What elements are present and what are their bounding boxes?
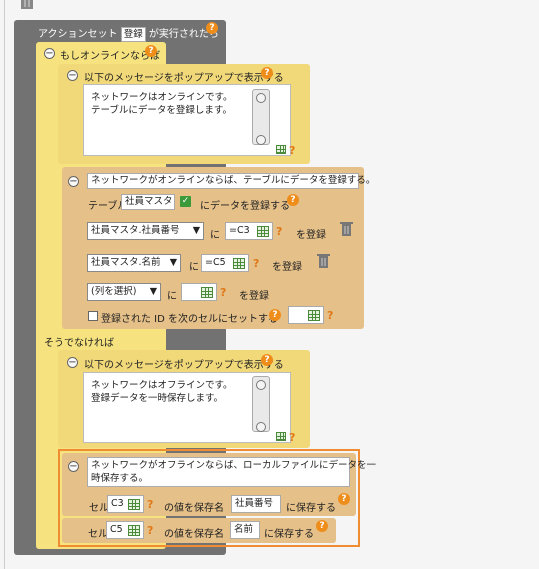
save-middle-label: の値を保存名 — [164, 503, 224, 514]
spreadsheet-icon[interactable] — [233, 258, 245, 269]
save-comment-field[interactable]: ネットワークがオフラインならば、ローカルファイルにデータを一 時保存する。 — [87, 457, 376, 487]
save-suffix-label: に保存する — [286, 503, 336, 514]
formula-icon[interactable]: ? — [253, 257, 259, 270]
ni-label: に — [167, 291, 177, 302]
collapse-icon[interactable]: − — [68, 461, 79, 472]
collapse-icon[interactable]: − — [67, 357, 78, 368]
popup-offline-label: 以下のメッセージをポップアップで表示する — [84, 360, 284, 371]
ni-label: に — [189, 262, 199, 273]
ni-label: に — [210, 230, 220, 241]
value-field[interactable] — [181, 283, 217, 301]
textarea-scrollbar[interactable] — [252, 376, 270, 432]
cell-label: セル — [88, 529, 108, 540]
spreadsheet-icon[interactable] — [276, 432, 286, 441]
formula-icon[interactable]: ? — [289, 144, 295, 157]
collapse-icon[interactable]: − — [67, 70, 78, 81]
help-icon[interactable]: ? — [316, 520, 328, 532]
formula-icon[interactable]: ? — [276, 225, 282, 238]
save-name-field[interactable]: 名前 — [230, 521, 260, 539]
help-icon[interactable]: ? — [261, 67, 273, 79]
collapse-icon[interactable]: − — [44, 48, 55, 59]
formula-icon[interactable]: ? — [147, 498, 153, 511]
textarea-scrollbar[interactable] — [252, 89, 270, 145]
formula-icon[interactable]: ? — [147, 524, 153, 537]
register-suffix-label: を登録 — [239, 291, 269, 302]
help-icon[interactable]: ? — [206, 22, 218, 34]
spreadsheet-icon[interactable] — [128, 525, 140, 536]
check-icon[interactable]: ✓ — [180, 196, 191, 207]
cell-field[interactable]: C3 — [107, 495, 144, 513]
register-suffix-label: を登録 — [272, 262, 302, 273]
top-trash-icon[interactable] — [16, 0, 38, 10]
id-cell-field[interactable] — [288, 306, 324, 324]
cell-field[interactable]: C5 — [106, 521, 144, 539]
column-select[interactable]: 社員マスタ.名前 ▼ — [87, 254, 181, 272]
column-select[interactable]: (列を選択) ▼ — [87, 283, 161, 301]
column-select[interactable]: 社員マスタ.社員番号 ▼ — [87, 222, 204, 240]
save-name-field[interactable]: 社員番号 — [231, 495, 281, 513]
collapse-icon[interactable]: − — [68, 176, 79, 187]
else-label: そうでなければ — [44, 338, 114, 349]
spreadsheet-icon[interactable] — [276, 145, 286, 154]
spreadsheet-icon[interactable] — [201, 287, 213, 298]
register-comment-field[interactable]: ネットワークがオンラインならば、テーブルにデータを登録する。 — [87, 173, 375, 189]
formula-icon[interactable]: ? — [289, 431, 295, 444]
action-set-name-field[interactable]: 登録 — [120, 27, 146, 42]
value-field[interactable]: =C5 — [201, 254, 249, 272]
spreadsheet-icon[interactable] — [257, 226, 269, 237]
help-icon[interactable]: ? — [287, 194, 299, 206]
save-middle-label: の値を保存名 — [164, 529, 224, 540]
table-name-field[interactable]: 社員マスタ — [121, 194, 175, 210]
register-block[interactable] — [62, 167, 364, 329]
table-suffix-label: にデータを登録する — [200, 201, 290, 212]
cell-label: セル — [89, 503, 109, 514]
action-set-title: アクションセット 登録 が実行されたら — [38, 27, 219, 42]
id-checkbox[interactable] — [88, 311, 98, 321]
register-suffix-label: を登録 — [296, 230, 326, 241]
help-icon[interactable]: ? — [261, 354, 273, 366]
id-checkbox-label: 登録された ID を次のセルにセットする — [101, 314, 279, 325]
save-suffix-label: に保存する — [264, 529, 314, 540]
formula-icon[interactable]: ? — [220, 286, 226, 299]
help-icon[interactable]: ? — [269, 309, 281, 321]
trash-icon[interactable] — [316, 253, 330, 273]
formula-icon[interactable]: ? — [327, 309, 333, 322]
popup-online-label: 以下のメッセージをポップアップで表示する — [84, 73, 284, 84]
spreadsheet-icon[interactable] — [128, 499, 140, 510]
spreadsheet-icon[interactable] — [308, 310, 320, 321]
help-icon[interactable]: ? — [338, 493, 350, 505]
help-icon[interactable]: ? — [145, 45, 157, 57]
trash-icon[interactable] — [339, 221, 353, 241]
value-field[interactable]: =C3 — [225, 222, 273, 240]
